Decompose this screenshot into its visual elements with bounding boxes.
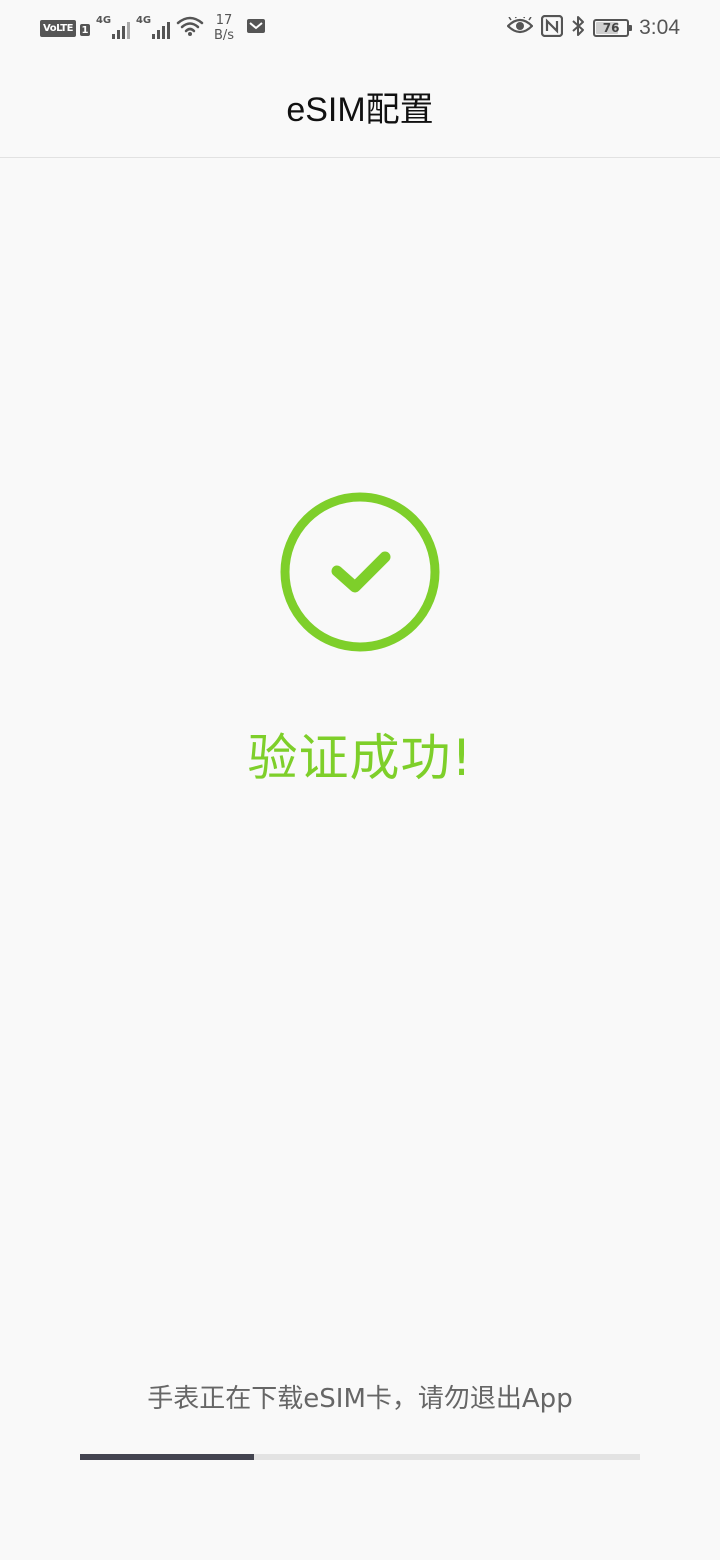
network-speed: 17 B/s — [214, 13, 234, 43]
status-bar-right: 76 3:04 — [506, 12, 680, 44]
success-message: 验证成功! — [247, 729, 473, 787]
signal-icon: 4G — [136, 15, 170, 41]
wifi-icon — [176, 15, 204, 41]
network-type-label: 4G — [95, 15, 112, 26]
network-speed-value: 17 — [215, 13, 233, 28]
status-bar-left: VoLTE 1 4G 4G 17 B/s — [40, 12, 266, 44]
volte-icon: VoLTE — [40, 19, 76, 37]
eye-icon — [506, 14, 534, 39]
nfc-icon — [541, 14, 564, 41]
signal-icon: 4G — [96, 15, 130, 41]
sim-number-badge: 1 — [79, 24, 90, 36]
download-hint: 手表正在下载eSIM卡，请勿退出App — [147, 1384, 573, 1414]
network-speed-unit: B/s — [213, 28, 235, 43]
status-bar: VoLTE 1 4G 4G 17 B/s 76 3:04 — [0, 0, 720, 56]
battery-icon: 76 — [593, 19, 633, 37]
page-title: eSIM配置 — [286, 91, 434, 129]
bluetooth-icon — [571, 15, 585, 41]
clock: 3:04 — [639, 16, 680, 39]
network-type-label: 4G — [135, 15, 152, 26]
download-progress-fill — [80, 1454, 254, 1460]
check-circle-icon — [279, 491, 441, 653]
battery-level: 76 — [602, 21, 620, 35]
title-bar: eSIM配置 — [0, 56, 720, 158]
mail-icon — [246, 18, 266, 38]
download-progress-bar — [80, 1454, 640, 1460]
